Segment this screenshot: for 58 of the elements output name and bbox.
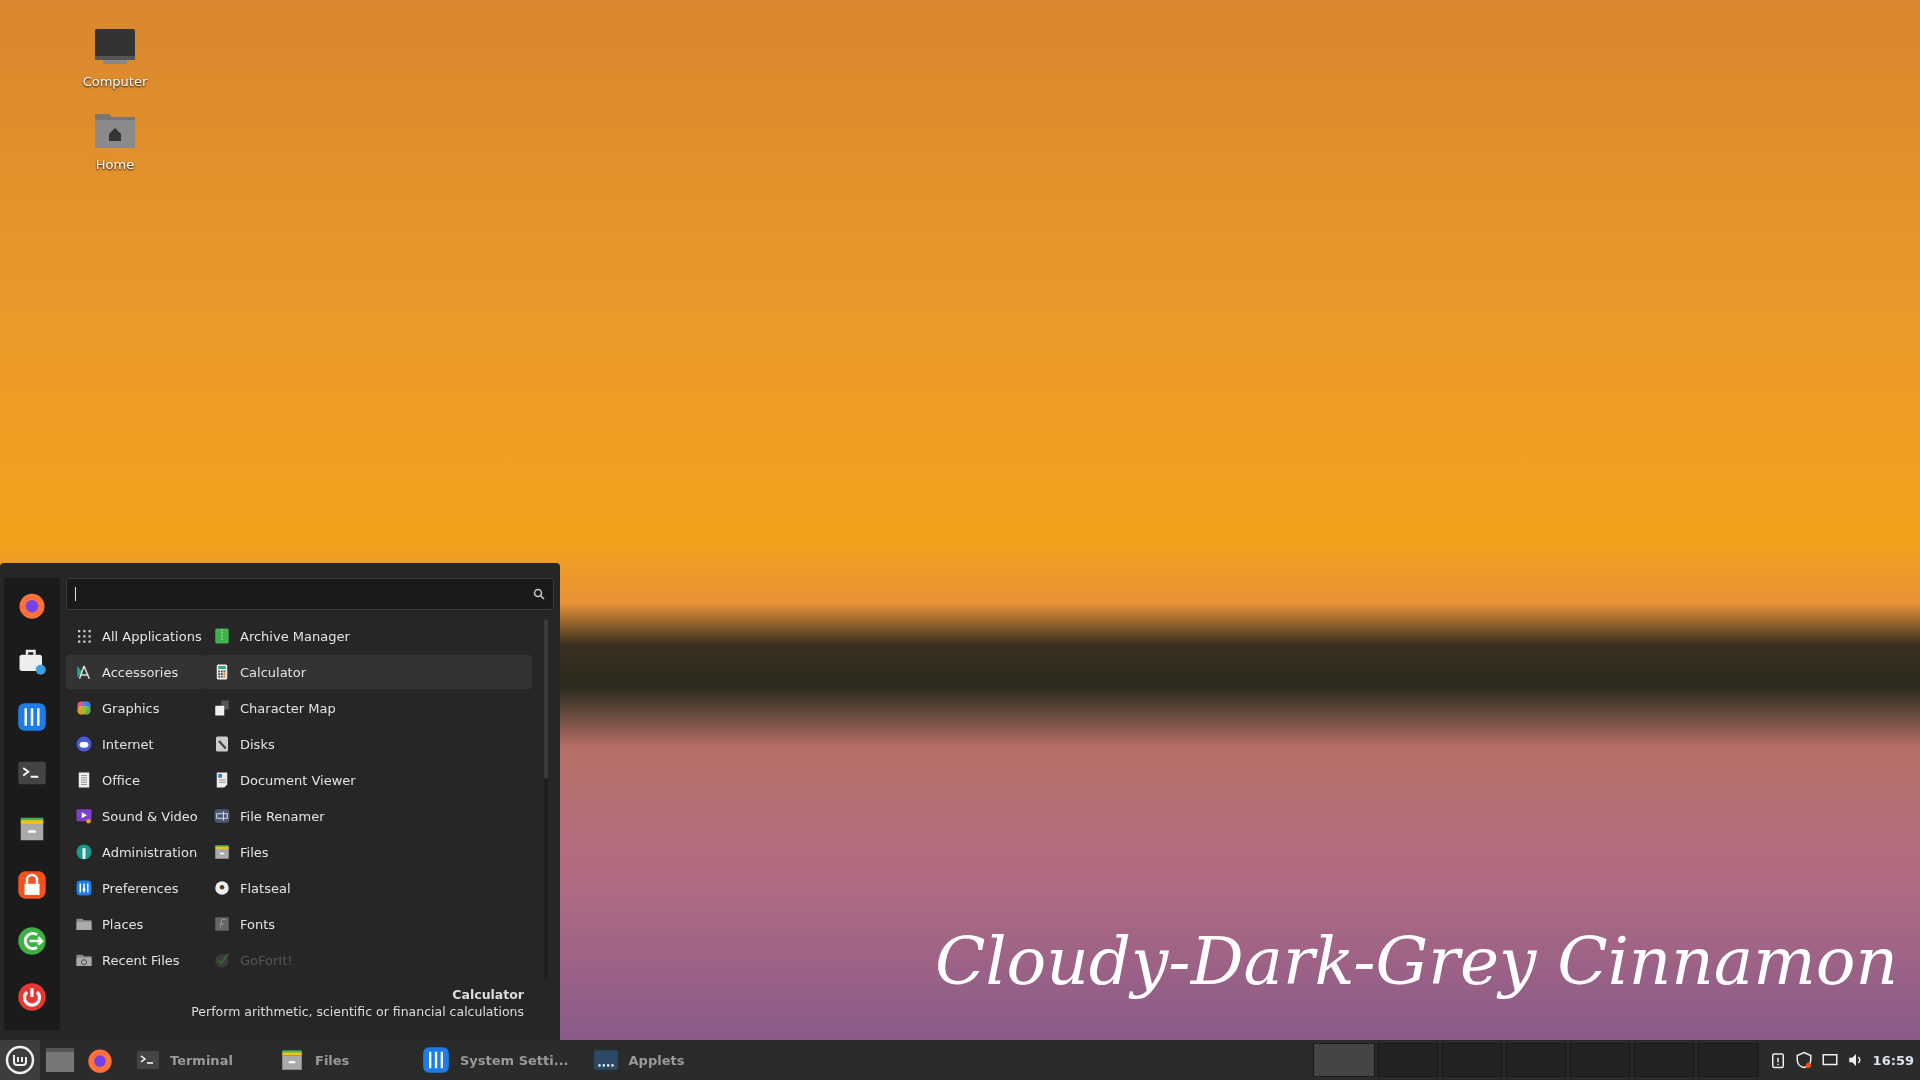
workspace-cell[interactable] [1312,1043,1375,1077]
category-item[interactable]: Sound & Video [66,799,204,833]
panel-icon [592,1047,619,1073]
terminal-icon [136,1048,160,1072]
taskbar-window-button[interactable]: System Setti... [414,1040,577,1080]
app-item[interactable]: Files [204,835,532,869]
sliders-icon [17,702,47,732]
app-item[interactable]: File Renamer [204,799,532,833]
menu-button[interactable] [0,1040,40,1080]
category-item[interactable]: All Applications [66,619,204,653]
home-folder-icon [94,111,136,149]
rename-icon [213,807,231,825]
logo-icon [5,1045,35,1075]
category-item[interactable]: Internet [66,727,204,761]
character-icon [213,699,231,717]
checkmark-icon [213,951,231,969]
app-item[interactable]: Fonts [204,907,532,941]
app-title: Calculator [452,987,524,1002]
sliders-icon [422,1046,450,1074]
file-cabinet-icon [213,843,231,861]
category-item[interactable]: Places [66,907,204,941]
grid-icon [75,627,93,645]
taskbar-window-button[interactable]: Files [271,1040,406,1080]
shield-icon [1794,1051,1813,1069]
category-item[interactable]: Recent Files [66,943,204,977]
category-item[interactable]: Preferences [66,871,204,905]
app-item[interactable]: Archive Manager [204,619,532,653]
sliders-icon [75,879,93,897]
app-item[interactable]: Document Viewer [204,763,532,797]
wallpaper-caption: Cloudy-Dark-Grey Cinnamon [934,923,1898,1000]
taskbar-window-button[interactable]: Applets [584,1040,720,1080]
seal-icon [213,879,231,897]
logout-icon [17,926,47,956]
app-item[interactable]: Character Map [204,691,532,725]
category-item[interactable]: Administration [66,835,204,869]
desktop-icon [45,1047,75,1073]
app-description: Perform arithmetic, scientific or financial calculations [191,1004,524,1019]
film-icon [75,807,93,825]
flower-icon [75,699,93,717]
app-item[interactable]: Disks [204,727,532,761]
category-item[interactable]: Accessories [66,655,204,689]
monitor-icon [94,28,136,66]
app-item[interactable]: Calculator [204,655,532,689]
globe-icon [75,735,93,753]
power-icon [17,982,47,1012]
taskbar-window-button[interactable]: Terminal [128,1040,263,1080]
gear-icon [75,843,93,861]
search-icon [533,588,545,600]
file-cabinet-icon [279,1047,305,1073]
search-field[interactable] [66,578,554,610]
clock: 16:59 [1872,1052,1914,1068]
lock-icon [17,870,47,900]
zipper-icon [213,627,231,645]
app-item[interactable]: Flatseal [204,871,532,905]
compass-icon [75,663,93,681]
category-item[interactable]: Graphics [66,691,204,725]
font-icon [213,915,231,933]
category-item[interactable]: Office [66,763,204,797]
